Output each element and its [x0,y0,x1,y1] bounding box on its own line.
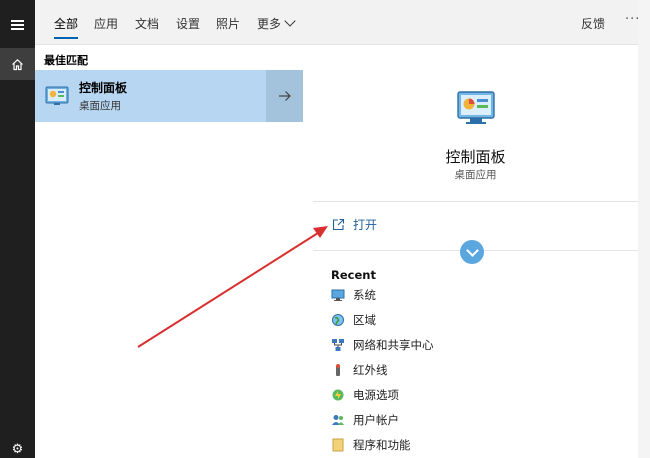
recent-item-power-options[interactable]: 电源选项 [331,385,399,405]
arrow-right-icon [278,91,291,101]
monitor-icon [331,288,345,302]
result-name: 控制面板 [79,81,128,95]
recent-item-label: 用户帐户 [353,413,399,427]
filter-tabs: 全部 应用 文档 设置 照片 更多 反馈 ··· [35,0,640,45]
best-match-heading: 最佳匹配 [44,54,88,67]
chevron-down-icon [284,15,296,27]
home-button[interactable] [0,48,35,80]
recent-item-programs[interactable]: 程序和功能 [331,435,411,455]
recent-item-region[interactable]: 区域 [331,310,376,330]
recent-item-system[interactable]: 系统 [331,285,376,305]
search-window: 全部 应用 文档 设置 照片 更多 反馈 ··· 最佳匹配 控制面板 桌面应用 [35,0,640,458]
home-icon [12,58,23,70]
recent-heading: Recent [331,268,376,282]
tab-all[interactable]: 全部 [54,15,79,39]
detail-title: 控制面板 [445,148,506,166]
start-rail: ⚙ [0,0,35,458]
infrared-icon [331,363,345,377]
globe-icon [331,313,345,327]
chevron-down-icon [465,243,479,257]
recent-item-infrared[interactable]: 红外线 [331,360,388,380]
recent-item-label: 红外线 [353,363,388,377]
power-options-icon [331,388,345,402]
network-icon [331,338,345,352]
open-details-button[interactable] [266,70,303,122]
menu-icon [11,24,24,26]
detail-pane: 控制面板 桌面应用 打开 Recent 系统 区域 网络和共享中心 红外线 电源… [313,56,638,458]
tab-settings[interactable]: 设置 [176,15,200,32]
control-panel-large-icon [457,91,495,124]
detail-header: 控制面板 桌面应用 [313,56,638,202]
expand-button[interactable] [460,240,484,264]
programs-icon [331,438,345,452]
more-options-button[interactable]: ··· [625,12,640,27]
best-match-result[interactable]: 控制面板 桌面应用 [35,70,303,122]
background-window-edge [638,0,650,458]
result-subtitle: 桌面应用 [79,100,121,112]
tab-apps[interactable]: 应用 [94,15,118,32]
feedback-link[interactable]: 反馈 [581,15,605,32]
recent-item-user-accounts[interactable]: 用户帐户 [331,410,399,430]
recent-item-label: 程序和功能 [353,438,411,452]
hamburger-menu-button[interactable] [0,10,35,40]
control-panel-icon [45,86,69,105]
recent-item-label: 系统 [353,288,376,302]
recent-item-label: 网络和共享中心 [353,338,434,352]
open-external-icon [332,218,345,231]
users-icon [331,413,345,427]
detail-subtitle: 桌面应用 [454,169,497,181]
recent-item-label: 区域 [353,313,376,327]
open-label: 打开 [353,218,378,232]
tab-documents[interactable]: 文档 [135,15,159,32]
gear-icon: ⚙ [11,441,24,457]
tab-photos[interactable]: 照片 [216,15,240,32]
recent-item-network[interactable]: 网络和共享中心 [331,335,434,355]
tab-more-label: 更多 [257,17,282,31]
tab-more[interactable]: 更多 [257,15,296,32]
recent-item-label: 电源选项 [353,388,399,402]
settings-button[interactable]: ⚙ [0,440,35,458]
recent-list: Recent 系统 区域 网络和共享中心 红外线 电源选项 用户帐户 程序和功能 [313,251,638,458]
